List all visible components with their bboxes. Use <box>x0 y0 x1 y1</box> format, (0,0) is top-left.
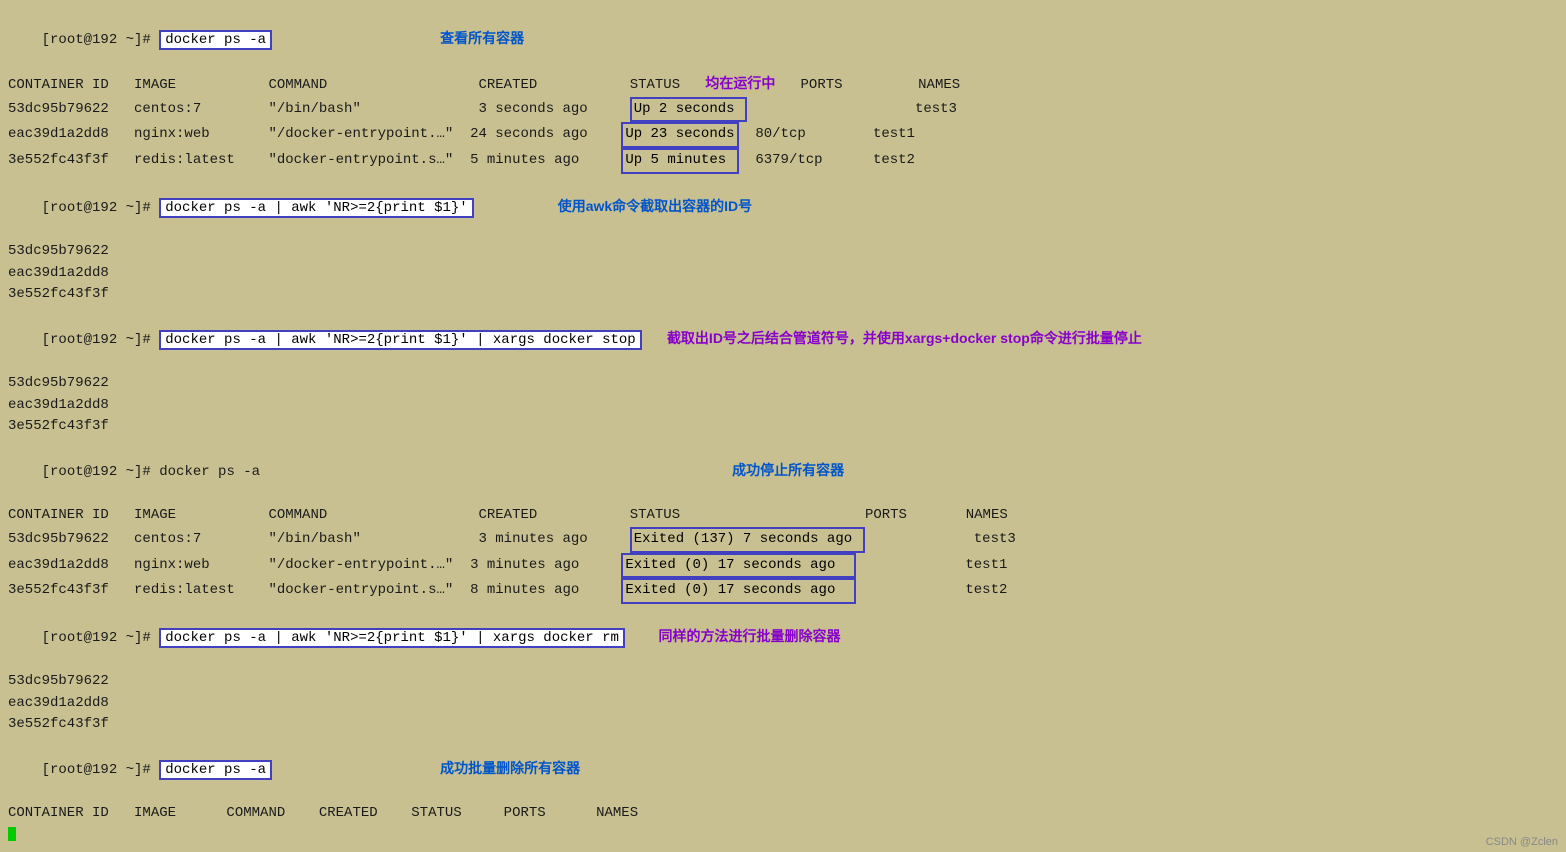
cmd-3: docker ps -a | awk 'NR>=2{print $1}' | x… <box>159 330 641 350</box>
spacer-5 <box>625 630 659 646</box>
prompt-2: [root@192 ~]# <box>42 200 160 216</box>
spacer-1 <box>272 32 440 48</box>
prompt-1: [root@192 ~]# <box>42 32 160 48</box>
line-1: [root@192 ~]# docker ps -a 查看所有容器 <box>8 6 1558 73</box>
annotation-2: 使用awk命令截取出容器的ID号 <box>558 198 752 214</box>
green-cursor <box>8 827 16 841</box>
line-stop: [root@192 ~]# docker ps -a | awk 'NR>=2{… <box>8 306 1558 373</box>
annotation-stop: 成功停止所有容器 <box>732 462 844 478</box>
data-row-6: 3e552fc43f3f redis:latest "docker-entryp… <box>8 578 1558 604</box>
header-row-1: CONTAINER ID IMAGE COMMAND CREATED STATU… <box>8 73 1558 97</box>
spacer-2 <box>474 200 558 216</box>
watermark: CSDN @Zclen <box>1486 836 1558 848</box>
terminal: [root@192 ~]# docker ps -a 查看所有容器 CONTAI… <box>8 6 1558 846</box>
header-row-3: CONTAINER ID IMAGE COMMAND CREATED STATU… <box>8 803 1558 825</box>
annotation-3: 截取出ID号之后结合管道符号，并使用xargs+docker stop命令进行批… <box>667 330 1142 346</box>
line-rm: [root@192 ~]# docker ps -a | awk 'NR>=2{… <box>8 604 1558 671</box>
spacer-6 <box>272 762 440 778</box>
line-ps-2: [root@192 ~]# docker ps -a 成功停止所有容器 <box>8 438 1558 505</box>
prompt-5: [root@192 ~]# <box>42 630 160 646</box>
cmd-2: docker ps -a | awk 'NR>=2{print $1}' <box>159 198 473 218</box>
cursor-line <box>8 825 1558 847</box>
id-3c: 3e552fc43f3f <box>8 714 1558 736</box>
id-3b: 3e552fc43f3f <box>8 416 1558 438</box>
data-row-2: eac39d1a2dd8 nginx:web "/docker-entrypoi… <box>8 122 1558 148</box>
cmd-5: docker ps -a | awk 'NR>=2{print $1}' | x… <box>159 628 625 648</box>
prompt-6: [root@192 ~]# <box>42 762 160 778</box>
line-ps-3: [root@192 ~]# docker ps -a 成功批量删除所有容器 <box>8 736 1558 803</box>
id-3a: 3e552fc43f3f <box>8 284 1558 306</box>
annotation-del: 成功批量删除所有容器 <box>440 760 580 776</box>
prompt-3: [root@192 ~]# <box>42 332 160 348</box>
data-row-1: 53dc95b79622 centos:7 "/bin/bash" 3 seco… <box>8 97 1558 123</box>
cmd-6: docker ps -a <box>159 760 272 780</box>
data-row-4: 53dc95b79622 centos:7 "/bin/bash" 3 minu… <box>8 527 1558 553</box>
id-1a: 53dc95b79622 <box>8 241 1558 263</box>
annotation-1: 查看所有容器 <box>440 30 524 46</box>
data-row-3: 3e552fc43f3f redis:latest "docker-entryp… <box>8 148 1558 174</box>
id-2c: eac39d1a2dd8 <box>8 693 1558 715</box>
cmd-4: docker ps -a <box>159 464 260 480</box>
line-awk-1: [root@192 ~]# docker ps -a | awk 'NR>=2{… <box>8 174 1558 241</box>
id-2b: eac39d1a2dd8 <box>8 395 1558 417</box>
header-row-2: CONTAINER ID IMAGE COMMAND CREATED STATU… <box>8 505 1558 527</box>
cmd-1: docker ps -a <box>159 30 272 50</box>
id-1c: 53dc95b79622 <box>8 671 1558 693</box>
annotation-rm: 同样的方法进行批量删除容器 <box>659 628 841 644</box>
data-row-5: eac39d1a2dd8 nginx:web "/docker-entrypoi… <box>8 553 1558 579</box>
prompt-4: [root@192 ~]# <box>42 464 160 480</box>
spacer-4 <box>260 464 512 480</box>
id-2a: eac39d1a2dd8 <box>8 263 1558 285</box>
spacer-3 <box>642 332 667 348</box>
id-1b: 53dc95b79622 <box>8 373 1558 395</box>
